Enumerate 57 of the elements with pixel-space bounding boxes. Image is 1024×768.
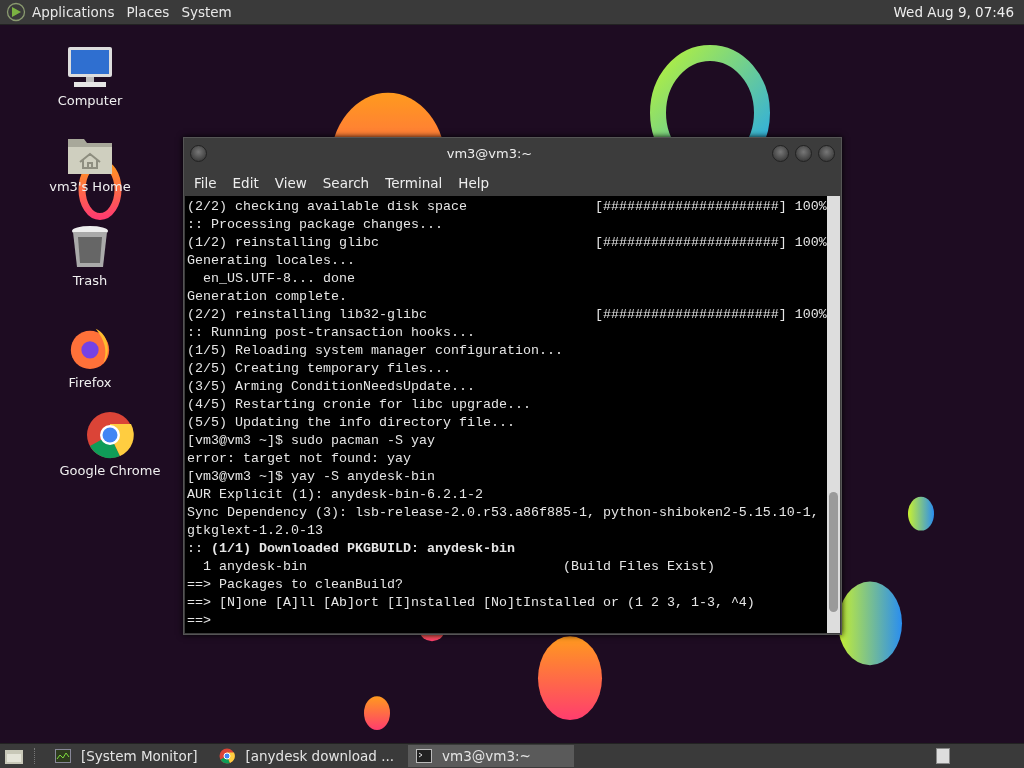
workspace-switcher[interactable] xyxy=(936,748,950,764)
terminal-line: (1/2) reinstalling glibc [######################] 100% xyxy=(187,234,827,252)
menu-item[interactable]: View xyxy=(266,174,315,191)
desktop-icon-label[interactable]: Firefox xyxy=(68,375,112,390)
terminal-line: (2/2) checking available disk space [######################] 100% xyxy=(187,198,827,216)
menu-item[interactable]: Terminal xyxy=(377,174,451,191)
panel-menu[interactable]: Places xyxy=(126,4,170,20)
terminal-line: (2/5) Creating temporary files... xyxy=(187,360,452,378)
panel-menu[interactable]: System xyxy=(181,4,232,20)
terminal-line: (2/2) reinstalling lib32-glibc [######################] 100% xyxy=(187,306,827,324)
taskbar-button[interactable]: [anydesk download ... xyxy=(211,745,403,767)
terminal-line: ==> xyxy=(187,612,212,630)
terminal-line: (4/5) Restarting cronie for libc upgrade... xyxy=(187,396,532,414)
terminal-line: :: Running post-transaction hooks... xyxy=(187,324,476,342)
scrollbar-thumb[interactable] xyxy=(828,492,838,612)
desktop-icon-label[interactable]: Computer xyxy=(57,93,123,108)
terminal-line: Generating locales... xyxy=(187,252,356,270)
terminal-line: Generation complete. xyxy=(187,288,348,306)
terminal-line: :: (1/1) Downloaded PKGBUILD: anydesk-bin xyxy=(187,540,516,558)
terminal-line: gtkglext-1.2.0-13 xyxy=(187,522,324,540)
terminal-line: [vm3@vm3 ~]$ sudo pacman -S yay xyxy=(187,432,436,450)
terminal-line: (1/5) Reloading system manager configuration... xyxy=(187,342,564,360)
close-button[interactable] xyxy=(818,145,835,162)
terminal-line: (5/5) Updating the info directory file... xyxy=(187,414,516,432)
maximize-button[interactable] xyxy=(795,145,812,162)
terminal-line: error: target not found: yay xyxy=(187,450,412,468)
terminal-line: 1 anydesk-bin (Build Files Exist) xyxy=(202,558,716,576)
taskbar-button[interactable]: [System Monitor] xyxy=(47,745,206,767)
menu-item[interactable]: File xyxy=(186,174,225,191)
menu-logo-icon[interactable] xyxy=(6,2,26,22)
clock[interactable]: Wed Aug 9, 07:46 xyxy=(893,4,1018,20)
terminal-line: [vm3@vm3 ~]$ yay -S anydesk-bin xyxy=(187,468,436,486)
trash-icon[interactable] xyxy=(70,225,110,269)
window-title: vm3@vm3:~ xyxy=(445,146,534,161)
desktop-icon-label[interactable]: Trash xyxy=(72,273,108,288)
terminal-line: en_US.UTF-8... done xyxy=(202,270,356,288)
taskbar-button[interactable]: vm3@vm3:~ xyxy=(408,745,575,767)
scrollbar[interactable] xyxy=(826,196,840,633)
show-desktop-icon[interactable] xyxy=(4,747,24,765)
desktop-icon-label[interactable]: Google Chrome xyxy=(59,463,161,478)
minimize-button[interactable] xyxy=(772,145,789,162)
panel-menu[interactable]: Applications xyxy=(32,4,115,20)
terminal-line: ==> Packages to cleanBuild? xyxy=(187,576,404,594)
terminal-line: Sync Dependency (3): lsb-release-2.0.r53.a86f885-1, python-shiboken2-5.15.10-1, xyxy=(187,504,820,522)
chrome-icon xyxy=(219,748,236,764)
terminal-icon xyxy=(416,749,433,763)
system-monitor-icon xyxy=(55,749,71,763)
window-menu-button[interactable] xyxy=(190,145,207,162)
terminal-line: AUR Explicit (1): anydesk-bin-6.2.1-2 xyxy=(187,486,484,504)
computer-icon[interactable] xyxy=(66,45,114,89)
terminal-line: (3/5) Arming ConditionNeedsUpdate... xyxy=(187,378,476,396)
menu-item[interactable]: Help xyxy=(450,174,498,191)
terminal-line: ==> [N]one [A]ll [Ab]ort [I]nstalled [No]tInstalled or (1 2 3, 1-3, ^4) xyxy=(187,594,756,612)
menu-item[interactable]: Search xyxy=(314,174,378,191)
terminal-line: :: Processing package changes... xyxy=(187,216,444,234)
menu-item[interactable]: Edit xyxy=(224,174,267,191)
chrome-icon[interactable] xyxy=(86,411,134,459)
